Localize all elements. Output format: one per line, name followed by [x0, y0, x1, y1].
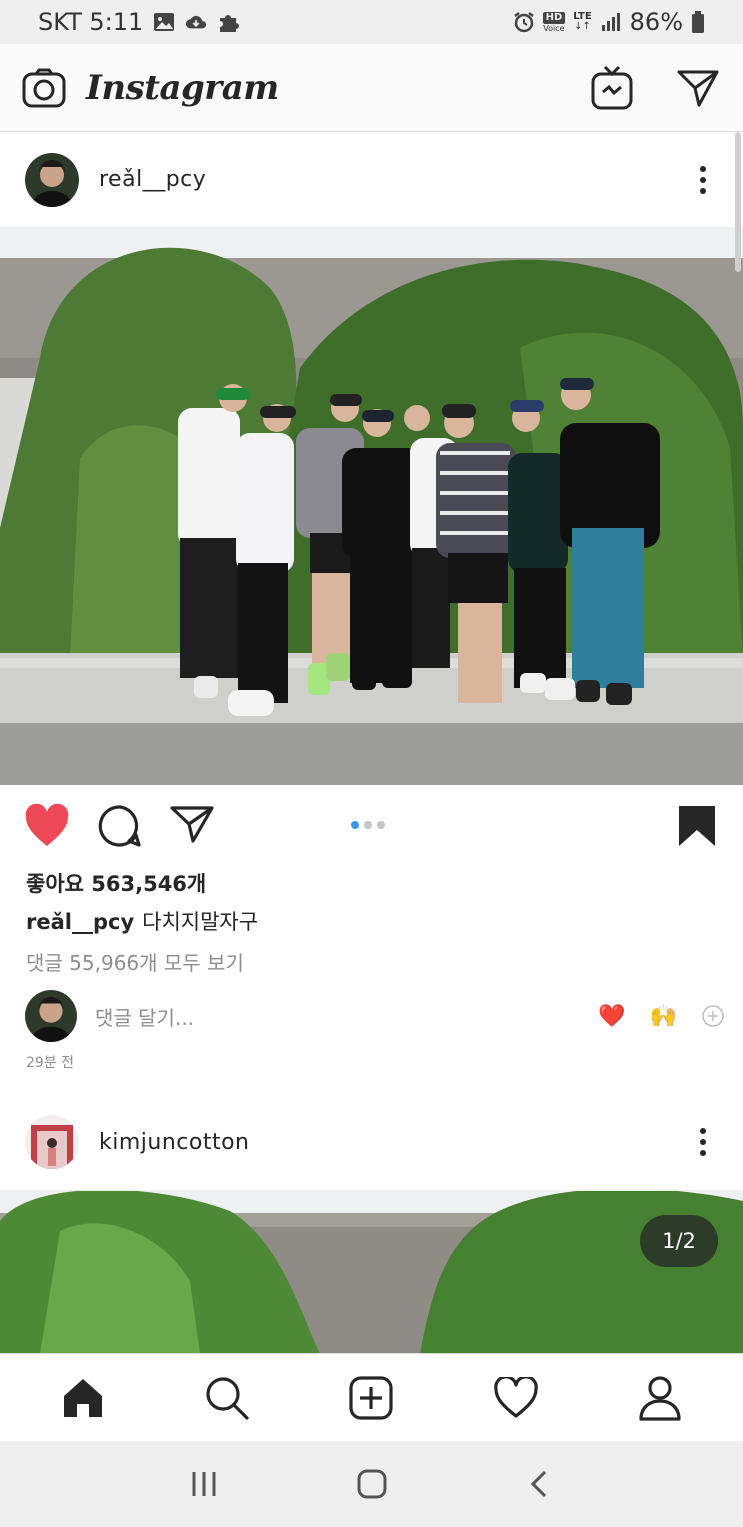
direct-message-icon[interactable] [677, 68, 719, 108]
post-actions [0, 800, 743, 852]
view-all-comments-link[interactable]: 댓글 55,966개 모두 보기 [26, 947, 244, 976]
search-icon[interactable] [204, 1375, 250, 1421]
activity-icon[interactable] [493, 1376, 539, 1419]
voice-label: Voice [543, 23, 565, 33]
avatar [25, 990, 77, 1042]
new-post-icon[interactable] [348, 1375, 394, 1421]
puzzle-icon [220, 15, 240, 32]
alarm-icon [513, 12, 534, 33]
more-options-icon[interactable] [688, 1124, 718, 1160]
carrier-time: SKT 5:11 [38, 8, 144, 36]
comment-input[interactable]: 댓글 달기... [95, 1002, 194, 1031]
carousel-dot [351, 821, 359, 829]
scrollbar[interactable] [735, 132, 741, 272]
carousel-indicator [351, 821, 385, 829]
camera-icon[interactable] [22, 68, 66, 108]
signal-icon [601, 13, 620, 31]
system-navigation-bar [0, 1441, 743, 1527]
post-timestamp: 29분 전 [26, 1055, 75, 1071]
app-header: Instagram [0, 44, 743, 132]
instagram-logo: Instagram [86, 67, 279, 108]
like-heart-icon[interactable] [24, 804, 70, 848]
carousel-dot [364, 821, 372, 829]
caption: reǎl__pcy 다치지말자구 [26, 906, 258, 936]
igtv-icon[interactable] [591, 65, 633, 111]
gallery-icon [154, 13, 175, 31]
post-photo[interactable] [0, 228, 743, 785]
bottom-navigation [0, 1353, 743, 1441]
quick-reaction-heart[interactable]: ❤️ [598, 1004, 625, 1029]
add-comment-row: 댓글 달기... ❤️ 🙌 [25, 990, 725, 1042]
cloud-icon [186, 15, 207, 29]
status-bar: SKT 5:11 HD Voice LTE ↓↑ 86% [0, 0, 743, 44]
post-header: kimjuncotton [0, 1094, 743, 1190]
data-arrows-icon: ↓↑ [574, 21, 591, 32]
battery-icon [692, 11, 704, 33]
avatar[interactable] [25, 1115, 79, 1169]
caption-text: 다치지말자구 [142, 910, 259, 934]
quick-reaction-raised-hands[interactable]: 🙌 [650, 1004, 677, 1029]
carousel-counter: 1/2 [640, 1215, 718, 1267]
more-options-icon[interactable] [688, 162, 718, 198]
like-count[interactable]: 좋아요 563,546개 [26, 868, 206, 898]
back-icon[interactable] [525, 1469, 555, 1499]
post-photo[interactable]: 1/2 [0, 1190, 743, 1353]
post-header: reǎl__pcy [0, 132, 743, 228]
post-username[interactable]: kimjuncotton [99, 1130, 250, 1155]
battery-percent: 86% [629, 8, 683, 36]
hd-label: HD [542, 11, 566, 24]
profile-icon[interactable] [638, 1375, 682, 1421]
share-icon[interactable] [170, 804, 214, 844]
home-icon[interactable] [61, 1376, 105, 1420]
add-reaction-icon[interactable] [701, 1004, 725, 1028]
avatar[interactable] [25, 152, 79, 207]
home-button-icon[interactable] [356, 1468, 388, 1500]
comment-icon[interactable] [98, 804, 142, 848]
caption-username[interactable]: reǎl__pcy [26, 910, 134, 934]
recents-icon[interactable] [189, 1469, 219, 1499]
post-username[interactable]: reǎl__pcy [99, 167, 206, 192]
carousel-dot [377, 821, 385, 829]
bookmark-icon[interactable] [677, 804, 717, 848]
